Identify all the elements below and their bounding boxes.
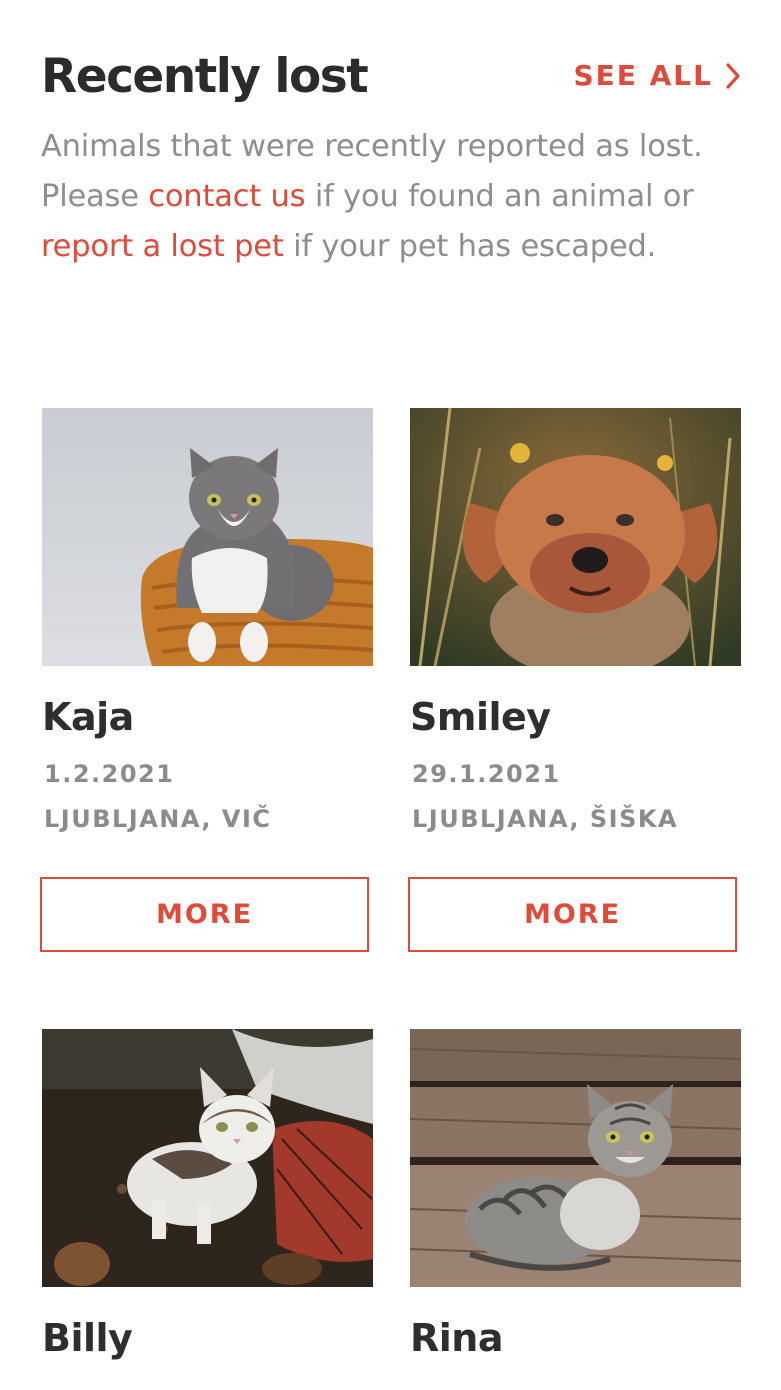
section-title: Recently lost [41,49,369,104]
report-lost-pet-link[interactable]: report a lost pet [41,229,284,264]
pet-photo[interactable] [410,1029,741,1287]
chevron-right-icon [725,62,741,90]
tabby-cat-photo-icon [410,1029,741,1287]
cat-photo-icon [42,408,373,666]
more-button[interactable]: MORE [408,877,737,952]
section-header: Recently lost SEE ALL [41,44,741,114]
pet-name[interactable]: Kaja [42,692,134,742]
contact-us-link[interactable]: contact us [148,179,305,214]
pet-card: Kaja 1.2.2021 LJUBLJANA, VIČ MORE [40,408,373,952]
pet-photo[interactable] [42,408,373,666]
pet-card: Rina [410,1029,741,1360]
pet-photo[interactable] [410,408,741,666]
description-text-3: if your pet has escaped. [283,229,657,264]
pet-card: Smiley 29.1.2021 LJUBLJANA, ŠIŠKA MORE [408,408,741,952]
pet-photo[interactable] [42,1029,373,1287]
pet-name[interactable]: Billy [42,1313,133,1363]
see-all-link[interactable]: SEE ALL [573,56,741,96]
section-description: Animals that were recently reported as l… [41,122,731,272]
pet-location: LJUBLJANA, ŠIŠKA [412,805,679,833]
pet-lost-date: 29.1.2021 [412,760,561,788]
pet-name[interactable]: Rina [410,1313,503,1363]
pet-name[interactable]: Smiley [410,692,551,742]
see-all-label: SEE ALL [573,59,713,92]
pet-location: LJUBLJANA, VIČ [44,805,272,833]
description-text-2: if you found an animal or [305,179,694,214]
pet-lost-date: 1.2.2021 [44,760,175,788]
dog-photo-icon [410,408,741,666]
pet-card: Billy [42,1029,373,1360]
kitten-photo-icon [42,1029,373,1287]
more-button[interactable]: MORE [40,877,369,952]
